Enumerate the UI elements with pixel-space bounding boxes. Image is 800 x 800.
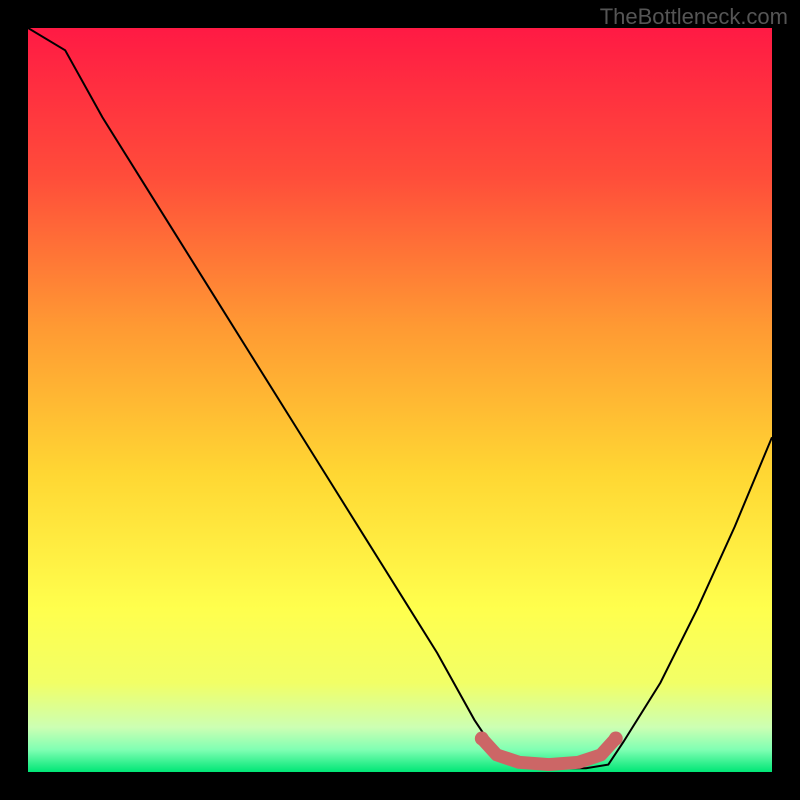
plot-area bbox=[28, 28, 772, 772]
chart-svg bbox=[28, 28, 772, 772]
highlight-endpoint bbox=[609, 732, 623, 746]
gradient-background bbox=[28, 28, 772, 772]
chart-container: TheBottleneck.com bbox=[0, 0, 800, 800]
highlight-endpoint bbox=[475, 732, 489, 746]
watermark-text: TheBottleneck.com bbox=[600, 4, 788, 30]
